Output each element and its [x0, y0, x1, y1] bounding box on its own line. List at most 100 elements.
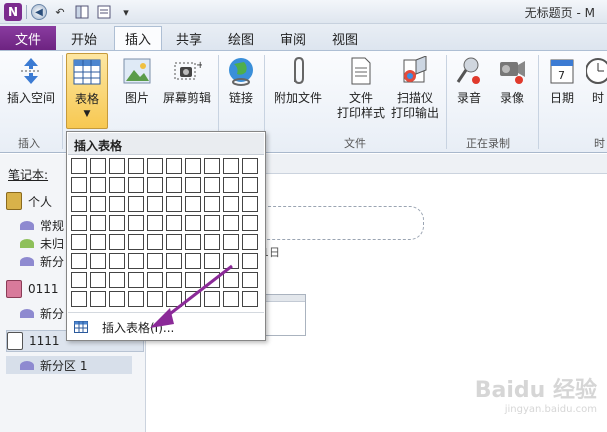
table-grid-cell[interactable] [109, 215, 125, 231]
table-grid-cell[interactable] [223, 234, 239, 250]
table-grid-cell[interactable] [166, 158, 182, 174]
table-grid-cell[interactable] [128, 158, 144, 174]
time-button[interactable]: 时 [586, 55, 607, 106]
table-grid-cell[interactable] [109, 272, 125, 288]
toolbar-separator [26, 5, 27, 19]
table-grid-cell[interactable] [204, 196, 220, 212]
file-printout-button[interactable]: 文件 打印样式 [334, 55, 388, 121]
table-grid-cell[interactable] [185, 215, 201, 231]
picture-button[interactable]: 图片 [118, 55, 156, 106]
table-grid-cell[interactable] [71, 272, 87, 288]
table-grid-cell[interactable] [90, 234, 106, 250]
record-video-button[interactable]: 录像 [494, 55, 530, 106]
table-grid-cell[interactable] [90, 272, 106, 288]
date-button[interactable]: 7 日期 [544, 55, 580, 106]
table-grid-cell[interactable] [185, 234, 201, 250]
table-grid-cell[interactable] [185, 158, 201, 174]
tab-home[interactable]: 开始 [58, 26, 110, 50]
table-grid-cell[interactable] [242, 177, 258, 193]
table-grid-cell[interactable] [242, 158, 258, 174]
notebooks-header[interactable]: 笔记本: [8, 166, 48, 183]
table-grid-cell[interactable] [204, 234, 220, 250]
table-grid-cell[interactable] [109, 177, 125, 193]
tab-view[interactable]: 视图 [320, 26, 370, 50]
page-title-box[interactable] [258, 206, 424, 240]
onenote-logo-icon[interactable]: N [4, 3, 22, 21]
table-grid-cell[interactable] [71, 234, 87, 250]
attach-file-button[interactable]: 附加文件 [270, 55, 326, 106]
table-grid-cell[interactable] [90, 215, 106, 231]
table-grid-cell[interactable] [204, 215, 220, 231]
table-grid-cell[interactable] [242, 215, 258, 231]
undo-icon[interactable]: ↶ [51, 3, 69, 21]
table-grid-cell[interactable] [128, 215, 144, 231]
notebook-label: 1111 [29, 334, 60, 348]
table-grid-cell[interactable] [147, 158, 163, 174]
table-grid-cell[interactable] [223, 177, 239, 193]
table-grid-cell[interactable] [223, 215, 239, 231]
record-audio-button[interactable]: 录音 [452, 55, 486, 106]
table-grid-cell[interactable] [204, 158, 220, 174]
section-item[interactable]: 新分 [20, 304, 64, 322]
customize-toolbar-icon[interactable]: ▾ [117, 3, 135, 21]
full-page-view-icon[interactable] [95, 3, 113, 21]
table-grid-cell[interactable] [185, 196, 201, 212]
table-grid-cell[interactable] [71, 196, 87, 212]
screen-clip-button[interactable]: + 屏幕剪辑 [160, 55, 214, 106]
section-item[interactable]: 新分 [20, 252, 64, 270]
table-grid-cell[interactable] [109, 253, 125, 269]
table-grid-cell[interactable] [71, 215, 87, 231]
table-grid-cell[interactable] [166, 196, 182, 212]
table-grid-cell[interactable] [147, 196, 163, 212]
table-grid-cell[interactable] [242, 234, 258, 250]
table-grid-cell[interactable] [109, 234, 125, 250]
tab-share[interactable]: 共享 [164, 26, 214, 50]
table-grid-cell[interactable] [242, 272, 258, 288]
section-item[interactable]: 新分区 1 [6, 356, 132, 374]
table-grid-cell[interactable] [128, 234, 144, 250]
tab-file[interactable]: 文件 [0, 26, 56, 50]
table-grid-cell[interactable] [109, 291, 125, 307]
table-grid-cell[interactable] [90, 177, 106, 193]
table-grid-cell[interactable] [223, 196, 239, 212]
link-button[interactable]: 链接 [224, 55, 258, 106]
table-grid-cell[interactable] [242, 196, 258, 212]
table-grid-cell[interactable] [90, 291, 106, 307]
table-grid-cell[interactable] [242, 253, 258, 269]
table-button[interactable]: 表格 ▼ [66, 53, 108, 129]
table-grid-cell[interactable] [109, 196, 125, 212]
table-grid-cell[interactable] [166, 234, 182, 250]
table-grid-cell[interactable] [71, 291, 87, 307]
table-grid-cell[interactable] [71, 177, 87, 193]
back-icon[interactable]: ◀ [31, 4, 47, 20]
insert-space-button[interactable]: 插入空间 [4, 55, 58, 106]
table-grid-cell[interactable] [242, 291, 258, 307]
table-grid-cell[interactable] [90, 158, 106, 174]
table-grid-cell[interactable] [166, 177, 182, 193]
table-grid-cell[interactable] [128, 177, 144, 193]
table-grid-cell[interactable] [147, 177, 163, 193]
table-grid-cell[interactable] [204, 177, 220, 193]
table-grid-cell[interactable] [166, 215, 182, 231]
table-grid-cell[interactable] [109, 158, 125, 174]
scanner-printout-button[interactable]: 扫描仪 打印输出 [388, 55, 442, 121]
tab-draw[interactable]: 绘图 [216, 26, 266, 50]
table-grid-cell[interactable] [71, 158, 87, 174]
section-icon [20, 220, 34, 230]
table-grid-cell[interactable] [90, 253, 106, 269]
section-item[interactable]: 未归 [20, 234, 64, 252]
table-grid-cell[interactable] [90, 196, 106, 212]
table-grid-cell[interactable] [185, 177, 201, 193]
note-container-handle[interactable] [261, 295, 305, 302]
note-container[interactable] [260, 294, 306, 336]
table-grid-cell[interactable] [147, 215, 163, 231]
dock-view-icon[interactable] [73, 3, 91, 21]
ribbon-tabs: 文件 开始 插入 共享 绘图 审阅 视图 [0, 24, 607, 50]
table-grid-cell[interactable] [223, 158, 239, 174]
section-item[interactable]: 常规 [20, 216, 64, 234]
tab-insert[interactable]: 插入 [114, 26, 162, 50]
table-grid-cell[interactable] [128, 196, 144, 212]
table-grid-cell[interactable] [147, 234, 163, 250]
table-grid-cell[interactable] [71, 253, 87, 269]
tab-review[interactable]: 审阅 [268, 26, 318, 50]
